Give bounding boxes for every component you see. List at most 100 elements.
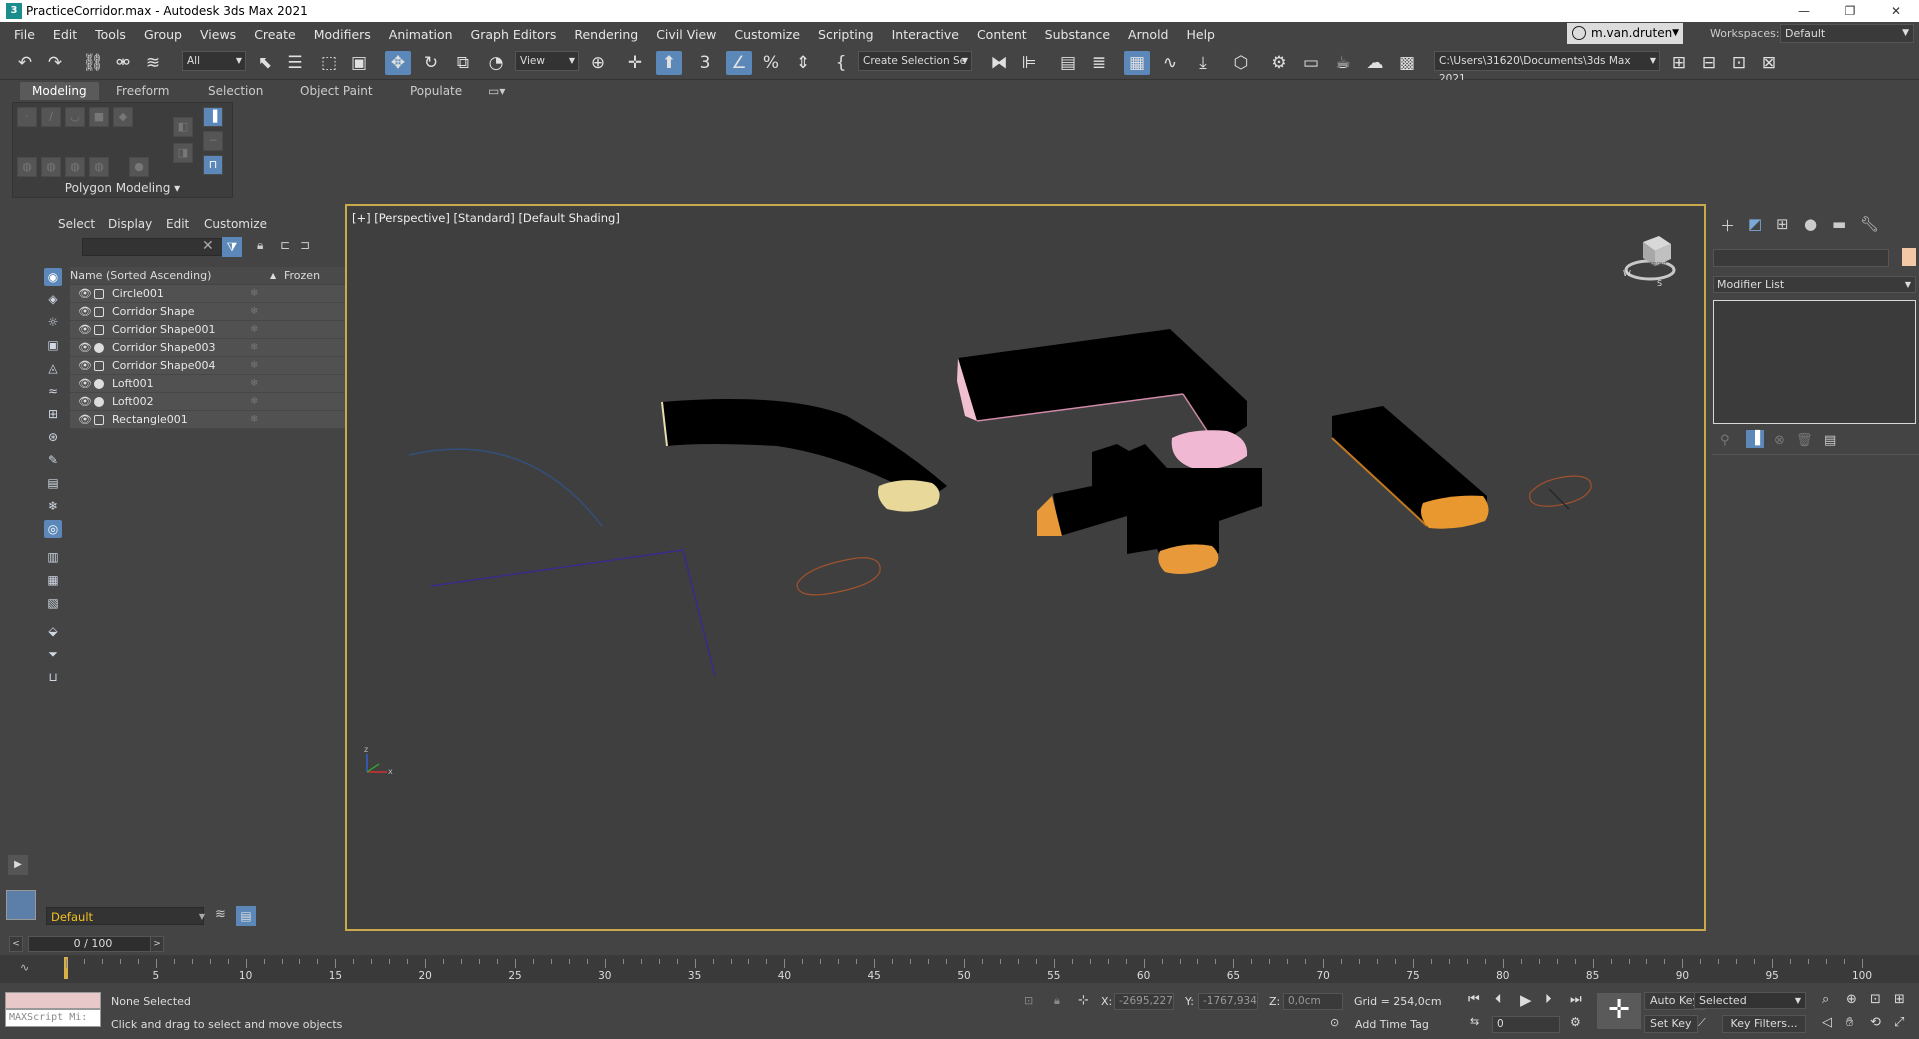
layers-icon[interactable]: ⊐: [300, 238, 310, 252]
project-open-icon[interactable]: ⊠: [1756, 51, 1782, 75]
tab-selection[interactable]: Selection: [208, 82, 263, 100]
viewcube[interactable]: FRONT W S: [1623, 236, 1676, 288]
clear-search-icon[interactable]: ✕: [202, 238, 214, 254]
menu-edit[interactable]: Edit: [44, 27, 86, 42]
maxscript-listener[interactable]: MAXScript Mi:: [5, 992, 101, 1028]
pivot-center-icon[interactable]: ⊕: [585, 51, 611, 75]
modifier-list-dropdown[interactable]: Modifier List ▼: [1713, 276, 1916, 293]
scene-explorer-toggle-icon[interactable]: ▤: [236, 906, 256, 926]
viewport-layout-icon[interactable]: [6, 890, 36, 920]
layer-explorer-icon[interactable]: ≋: [215, 907, 226, 922]
time-slider[interactable]: < 0 / 100 >: [0, 935, 1919, 955]
restore-button[interactable]: ❐: [1827, 0, 1873, 22]
explorer-row[interactable]: 👁︎ Loft002 ❄: [70, 393, 365, 411]
collapse-stack-icon[interactable]: ─: [203, 131, 223, 151]
show-end-result-icon[interactable]: ▐: [1746, 430, 1764, 448]
modify-panel-icon[interactable]: ◩: [1748, 215, 1762, 233]
rendered-frame-window-icon[interactable]: ▭: [1298, 51, 1324, 75]
mirror-icon[interactable]: ⧓: [986, 51, 1012, 75]
menu-scripting[interactable]: Scripting: [809, 27, 883, 42]
render-in-cloud-icon[interactable]: ☁: [1362, 51, 1388, 75]
visibility-eye-icon[interactable]: 👁︎: [78, 375, 92, 393]
window-crossing-icon[interactable]: ▣: [346, 51, 372, 75]
hierarchy-panel-icon[interactable]: ⊞: [1776, 215, 1789, 233]
edit-poly-icon-2[interactable]: ◍: [41, 157, 61, 177]
ribbon-options-icon[interactable]: ▭▾: [488, 82, 505, 100]
snaps-toggle-icon[interactable]: 3: [692, 51, 718, 75]
default-tangents-icon[interactable]: ⟋: [1698, 1016, 1706, 1030]
display-bones-icon[interactable]: ✎: [44, 451, 62, 469]
explorer-row[interactable]: 👁︎ Corridor Shape ❄: [70, 303, 365, 321]
tab-modeling[interactable]: Modeling: [20, 82, 99, 100]
set-keys-icon[interactable]: ✛: [1597, 993, 1641, 1029]
perspective-viewport[interactable]: [+] [Perspective] [Standard] [Default Sh…: [345, 204, 1706, 931]
select-by-name-icon[interactable]: ☰: [282, 51, 308, 75]
menu-civil-view[interactable]: Civil View: [647, 27, 725, 42]
next-frame-icon[interactable]: ⏵: [1545, 992, 1552, 1007]
material-editor-icon[interactable]: ⬡: [1228, 51, 1254, 75]
explorer-select-menu[interactable]: Select: [58, 217, 95, 231]
time-tag-icon[interactable]: ⊙: [1330, 1016, 1339, 1029]
go-to-start-icon[interactable]: ⏮: [1468, 992, 1480, 1007]
prev-frame-button[interactable]: <: [9, 936, 23, 952]
edge-icon[interactable]: ∕: [41, 107, 61, 127]
workspace-dropdown[interactable]: Default ▼: [1780, 24, 1914, 43]
menu-interactive[interactable]: Interactive: [883, 27, 968, 42]
tab-object-paint[interactable]: Object Paint: [300, 82, 373, 100]
frozen-snowflake-icon[interactable]: ❄: [250, 411, 258, 429]
visibility-eye-icon[interactable]: 👁︎: [78, 357, 92, 375]
named-selection-dropdown[interactable]: Create Selection Se ▼: [858, 51, 972, 71]
create-panel-icon[interactable]: ＋: [1720, 215, 1735, 236]
visibility-eye-icon[interactable]: 👁︎: [78, 303, 92, 321]
frozen-column-header[interactable]: Frozen: [284, 267, 320, 284]
previous-frame-icon[interactable]: ⏴: [1495, 992, 1502, 1007]
motion-panel-icon[interactable]: ●: [1804, 215, 1817, 233]
lock-icon[interactable]: 🔒︎: [257, 238, 263, 253]
toggle-scene-explorer-icon[interactable]: ▤: [1055, 51, 1081, 75]
redo-icon[interactable]: ↷: [42, 51, 68, 75]
polygon-icon[interactable]: ■: [89, 107, 109, 127]
layer-toggle-icon[interactable]: ⊔: [44, 668, 62, 686]
display-helpers-icon[interactable]: ◬: [44, 359, 62, 377]
undo-icon[interactable]: ↶: [12, 51, 38, 75]
frozen-snowflake-icon[interactable]: ❄: [250, 375, 258, 393]
menu-graph-editors[interactable]: Graph Editors: [462, 27, 566, 42]
y-coordinate-field[interactable]: -1767,934c: [1198, 993, 1258, 1010]
align-icon[interactable]: ⊫: [1016, 51, 1042, 75]
display-panel-icon[interactable]: ▬: [1832, 215, 1846, 233]
time-configuration-icon[interactable]: ⚙: [1570, 1015, 1581, 1029]
frozen-snowflake-icon[interactable]: ❄: [250, 303, 258, 321]
minimize-button[interactable]: —: [1781, 0, 1827, 22]
reference-coordinate-dropdown[interactable]: View ▼: [515, 51, 579, 71]
modify-mode-icon[interactable]: ◧: [173, 117, 193, 137]
explorer-row[interactable]: 👁︎ Corridor Shape003 ❄: [70, 339, 365, 357]
display-spacewarps-icon[interactable]: ≈: [44, 382, 62, 400]
render-production-icon[interactable]: ☕: [1330, 51, 1356, 75]
edit-poly-icon-3[interactable]: ◍: [65, 157, 85, 177]
menu-substance[interactable]: Substance: [1036, 27, 1119, 42]
curve-editor-icon[interactable]: ∿: [1157, 51, 1183, 75]
display-shapes-icon[interactable]: ◈: [44, 290, 62, 308]
use-soft-selection-icon[interactable]: ⊓: [203, 155, 223, 175]
project-set-icon[interactable]: ⊞: [1666, 51, 1692, 75]
x-coordinate-field[interactable]: -2695,227c: [1114, 993, 1174, 1010]
display-groups-icon[interactable]: ⊞: [44, 405, 62, 423]
menu-help[interactable]: Help: [1177, 27, 1224, 42]
zoom-icon[interactable]: ⌕: [1822, 992, 1829, 1007]
frozen-snowflake-icon[interactable]: ❄: [250, 285, 258, 303]
display-xrefs-icon[interactable]: ⊛: [44, 428, 62, 446]
menu-create[interactable]: Create: [245, 27, 305, 42]
current-layer-dropdown[interactable]: Default ▼: [46, 907, 205, 925]
set-key-button[interactable]: Set Key: [1644, 1015, 1698, 1033]
element-icon[interactable]: ◆: [113, 107, 133, 127]
explorer-row[interactable]: 👁︎ Circle001 ❄: [70, 285, 365, 303]
visibility-eye-icon[interactable]: 👁︎: [78, 393, 92, 411]
select-manipulate-icon[interactable]: ✛: [622, 51, 648, 75]
explorer-edit-menu[interactable]: Edit: [166, 217, 189, 231]
zoom-all-icon[interactable]: ⊕: [1846, 992, 1857, 1007]
menu-views[interactable]: Views: [191, 27, 245, 42]
project-folder-dropdown[interactable]: C:\Users\31620\Documents\3ds Max 2021 ▼: [1434, 51, 1660, 85]
display-particles-icon[interactable]: ❄: [44, 497, 62, 515]
frozen-snowflake-icon[interactable]: ❄: [250, 357, 258, 375]
display-hidden-icon[interactable]: ◎: [44, 520, 62, 538]
